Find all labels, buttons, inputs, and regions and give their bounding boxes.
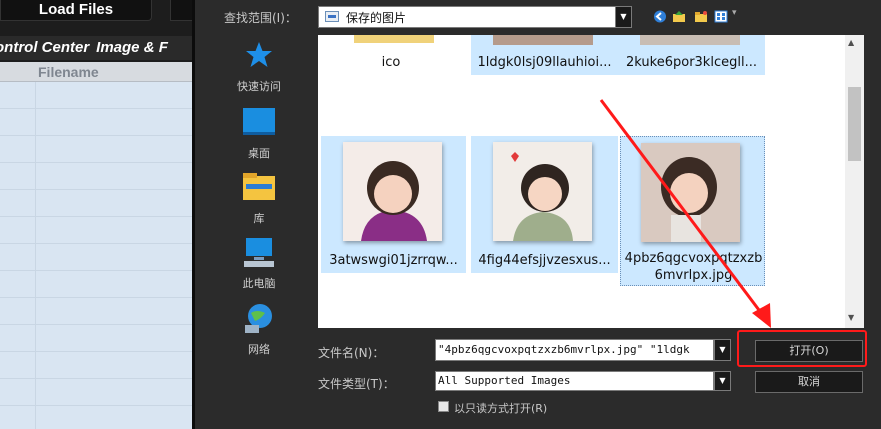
list-item-focused[interactable]: 4pbz6qgcvoxpqtzxzb 6mvrlpx.jpg — [620, 136, 765, 286]
place-label: 快速访问 — [237, 80, 281, 93]
file-list-view[interactable]: ico 1ldgk0lsj09llauhioi... 2kuke6por3klc… — [318, 35, 864, 328]
scroll-thumb[interactable] — [848, 87, 861, 161]
filetype-label: 文件类型(T)： — [318, 377, 395, 391]
up-folder-icon[interactable] — [672, 10, 686, 23]
list-item[interactable]: 3atwswgi01jzrrqw... — [321, 136, 466, 273]
place-label: 库 — [253, 212, 265, 225]
filename-label: 文件名(N)： — [318, 346, 385, 360]
load-files-button[interactable]: Load Files — [0, 0, 152, 21]
place-library[interactable]: 库 — [226, 172, 292, 226]
tab-bar: ontrol Center Image & F — [0, 36, 194, 60]
view-menu-icon[interactable] — [714, 10, 728, 23]
place-label: 此电脑 — [242, 277, 276, 290]
scroll-up-icon[interactable]: ▲ — [848, 38, 854, 47]
lookin-value: 保存的图片 — [346, 11, 407, 25]
folder-icon — [354, 35, 434, 43]
place-network[interactable]: 网络 — [226, 303, 292, 357]
library-folder-icon — [243, 173, 275, 200]
filetype-select[interactable]: All Supported Images — [435, 371, 714, 391]
filename-column-header[interactable]: Filename — [38, 64, 99, 80]
annotation-highlight-box — [737, 330, 867, 367]
file-table[interactable] — [0, 82, 192, 429]
back-icon[interactable] — [653, 10, 667, 23]
image-thumbnail — [641, 143, 740, 242]
list-item[interactable]: 1ldgk0lsj09llauhioi... — [471, 35, 618, 75]
scroll-down-icon[interactable]: ▼ — [848, 313, 854, 322]
tab-control-center[interactable]: ontrol Center — [0, 36, 89, 60]
file-label: 4pbz6qgcvoxpqtzxzb — [624, 251, 763, 266]
tab-image[interactable]: Image & F — [96, 36, 168, 60]
readonly-checkbox[interactable] — [438, 401, 449, 412]
place-quick-access[interactable]: 快速访问 — [226, 40, 292, 94]
file-label: ico — [381, 55, 401, 70]
file-label: 3atwswgi01jzrrqw... — [329, 253, 458, 268]
place-this-pc[interactable]: 此电脑 — [226, 237, 292, 291]
list-item[interactable]: 4fig44efsjjvzesxus... — [471, 136, 618, 273]
file-label: 1ldgk0lsj09llauhioi... — [477, 55, 612, 70]
filetype-dropdown-button[interactable]: ▼ — [714, 371, 731, 391]
lookin-label: 查找范围(I)： — [224, 11, 297, 25]
file-label: 4fig44efsjjvzesxus... — [478, 253, 611, 268]
filename-input[interactable]: "4pbz6qgcvoxpqtzxzb6mvrlpx.jpg" "1ldgk — [435, 339, 714, 361]
toolbar-button[interactable] — [170, 0, 194, 21]
vertical-scrollbar[interactable] — [845, 35, 864, 328]
computer-icon — [244, 238, 274, 267]
pictures-folder-icon — [325, 11, 339, 22]
place-label: 网络 — [248, 343, 270, 356]
network-globe-icon — [245, 304, 272, 333]
file-label: 2kuke6por3klcegll... — [626, 55, 757, 70]
chevron-down-icon[interactable]: ▾ — [732, 8, 737, 18]
star-icon — [246, 42, 272, 67]
image-thumbnail — [493, 35, 593, 45]
readonly-label[interactable]: 以只读方式打开(R) — [454, 400, 547, 416]
new-folder-icon[interactable] — [694, 10, 708, 23]
filename-dropdown-button[interactable]: ▼ — [714, 339, 731, 361]
place-label: 桌面 — [248, 147, 270, 160]
desktop-icon — [243, 108, 275, 135]
image-thumbnail — [640, 35, 740, 45]
list-item[interactable]: 2kuke6por3klcegll... — [618, 35, 765, 75]
image-thumbnail — [493, 142, 592, 241]
list-item[interactable]: ico — [318, 35, 464, 75]
file-label-line2: 6mvrlpx.jpg — [654, 268, 733, 283]
place-desktop[interactable]: 桌面 — [226, 107, 292, 161]
image-thumbnail — [343, 142, 442, 241]
lookin-dropdown-button[interactable]: ▼ — [615, 6, 632, 28]
cancel-button[interactable]: 取消 — [755, 371, 863, 393]
